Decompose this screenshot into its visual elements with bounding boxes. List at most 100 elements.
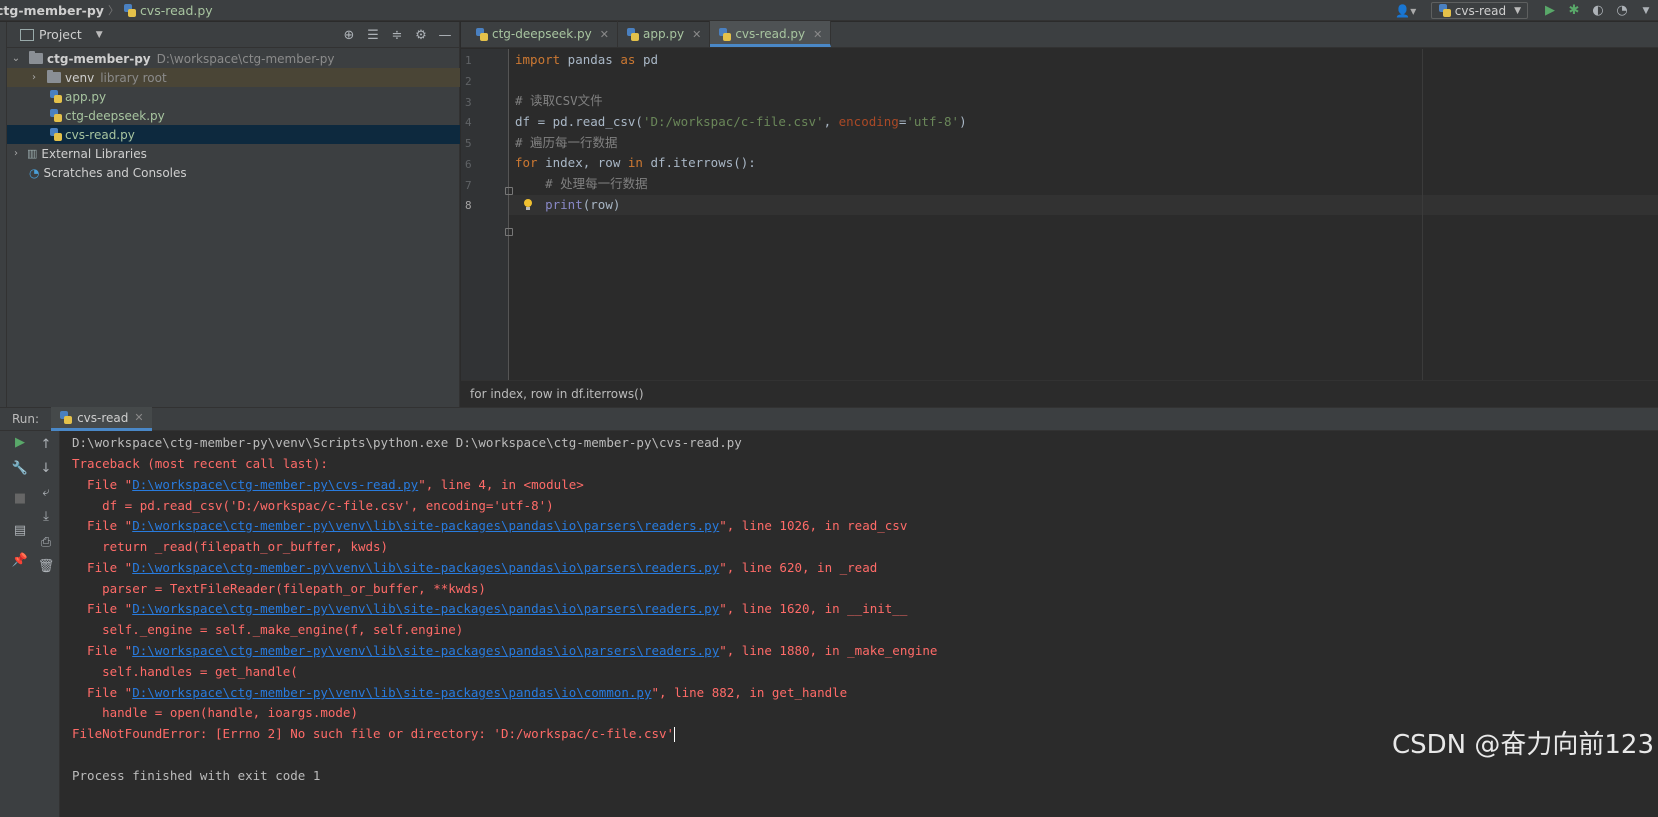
tab-ctg-deepseek[interactable]: ctg-deepseek.py ✕	[467, 21, 618, 47]
trash-icon[interactable]: 🗑	[34, 559, 58, 579]
coverage-icon[interactable]: ◐	[1586, 0, 1610, 21]
wrench-icon[interactable]: 🔧	[8, 461, 32, 481]
fold-icon[interactable]	[505, 228, 513, 236]
run-icon[interactable]: ▶	[1538, 0, 1562, 21]
scratches-icon: ◔	[29, 165, 40, 180]
line-number: 6	[465, 158, 472, 171]
user-icon[interactable]: 👤▾	[1393, 3, 1419, 19]
navigation-bar: ctg-member-py 〉 cvs-read.py 👤▾ cvs-read …	[0, 0, 1658, 21]
code-token: 'D:/workspac/c-file.csv'	[642, 114, 824, 129]
code-token: index, row	[537, 155, 628, 170]
text-cursor	[674, 727, 676, 742]
run-label: Run:	[12, 412, 40, 426]
scroll-to-end-icon[interactable]: ⤓	[34, 509, 58, 529]
more-chevron-icon[interactable]: ▼	[1634, 0, 1658, 21]
console-line: handle = open(handle, ioargs.mode)	[72, 705, 358, 720]
code-area[interactable]: import pandas as pd # 读取CSV文件 df = pd.re…	[515, 49, 1655, 380]
gear-icon[interactable]: ⚙	[409, 28, 433, 43]
project-panel-title[interactable]: Project	[39, 27, 82, 42]
layout-icon[interactable]: ▤	[8, 523, 32, 543]
watermark: CSDN @奋力向前123	[1391, 730, 1654, 760]
debug-icon[interactable]: ✱	[1562, 0, 1586, 21]
tree-item-scratches[interactable]: ◔ Scratches and Consoles	[7, 163, 460, 182]
breadcrumb-project[interactable]: ctg-member-py	[0, 3, 104, 18]
run-tab-label: cvs-read	[77, 410, 129, 425]
python-file-icon	[626, 27, 639, 41]
file-name: app.py	[65, 89, 107, 104]
code-token: print	[545, 197, 583, 212]
soft-wrap-icon[interactable]: ⤶	[34, 485, 58, 505]
console-line: self.handles = get_handle(	[72, 664, 298, 679]
chevron-down-icon: ▼	[1514, 5, 1521, 16]
tree-item-file[interactable]: ctg-deepseek.py	[7, 106, 460, 125]
console-text: File "	[72, 685, 133, 700]
run-configuration-select[interactable]: cvs-read ▼	[1430, 2, 1528, 19]
console-line: File "D:\workspace\ctg-member-py\cvs-rea…	[72, 474, 584, 495]
tree-item-venv[interactable]: › venv library root	[7, 68, 460, 87]
python-file-icon	[59, 411, 73, 424]
run-tab[interactable]: cvs-read ✕	[51, 407, 152, 431]
arrow-up-icon[interactable]: ↑	[34, 437, 58, 457]
close-icon[interactable]: ✕	[134, 411, 143, 424]
code-token: encoding	[838, 114, 899, 129]
console-line: Traceback (most recent call last):	[72, 456, 328, 471]
chevron-right-icon[interactable]: ›	[11, 148, 21, 159]
tab-cvs-read[interactable]: cvs-read.py ✕	[710, 21, 832, 47]
toolbar-right: 👤▾ cvs-read ▼ ▶ ✱ ◐ ◔ ▼	[1393, 0, 1658, 21]
close-icon[interactable]: ✕	[692, 28, 701, 41]
close-icon[interactable]: ✕	[813, 28, 822, 41]
file-link[interactable]: D:\workspace\ctg-member-py\venv\lib\site…	[132, 560, 719, 575]
tree-item-file-selected[interactable]: cvs-read.py	[7, 125, 460, 144]
python-file-icon	[49, 128, 62, 141]
hide-icon[interactable]: —	[433, 28, 457, 43]
chevron-down-icon[interactable]: ⌄	[11, 53, 21, 64]
console-line: File "D:\workspace\ctg-member-py\venv\li…	[72, 515, 907, 536]
line-number: 4	[465, 116, 472, 129]
stop-icon[interactable]: ■	[8, 491, 32, 511]
editor-tabs: ctg-deepseek.py ✕ app.py ✕ cvs-read.py ✕	[461, 21, 1658, 48]
venv-hint: library root	[100, 70, 167, 85]
code-token: as	[620, 52, 636, 67]
console-line: File "D:\workspace\ctg-member-py\venv\li…	[72, 640, 937, 661]
code-line-6: for index, row in df.iterrows():	[515, 153, 756, 173]
code-token: (row)	[582, 197, 621, 212]
tab-app[interactable]: app.py ✕	[618, 21, 711, 47]
run-configuration-label: cvs-read	[1454, 3, 1507, 18]
fold-icon[interactable]	[505, 187, 513, 195]
tree-item-file[interactable]: app.py	[7, 87, 460, 106]
profile-icon[interactable]: ◔	[1610, 0, 1634, 21]
close-icon[interactable]: ✕	[600, 28, 609, 41]
breadcrumb-separator: 〉	[107, 4, 119, 17]
print-icon[interactable]: ⎙	[34, 535, 58, 555]
code-line-1: import pandas as pd	[515, 50, 658, 70]
file-link[interactable]: D:\workspace\ctg-member-py\venv\lib\site…	[132, 643, 719, 658]
collapse-all-icon[interactable]: ≑	[385, 28, 409, 43]
breadcrumb-file[interactable]: cvs-read.py	[140, 3, 213, 18]
expand-all-icon[interactable]: ☰	[361, 28, 385, 43]
editor-breadcrumb-bar[interactable]: for index, row in df.iterrows()	[461, 380, 1658, 407]
file-link[interactable]: D:\workspace\ctg-member-py\venv\lib\site…	[132, 518, 719, 533]
scratches-label: Scratches and Consoles	[43, 165, 187, 180]
tree-item-external-libraries[interactable]: › ▥ External Libraries	[7, 144, 460, 163]
file-name: ctg-deepseek.py	[65, 108, 165, 123]
project-panel-header: Project ▼ ⊕ ☰ ≑ ⚙ —	[7, 22, 459, 48]
tree-root[interactable]: ⌄ ctg-member-py D:\workspace\ctg-member-…	[7, 49, 460, 68]
chevron-right-icon[interactable]: ›	[29, 72, 39, 83]
rerun-icon[interactable]: ▶	[8, 435, 32, 455]
pin-icon[interactable]: 📌	[8, 553, 32, 573]
code-line-3: # 读取CSV文件	[515, 93, 603, 108]
file-link[interactable]: D:\workspace\ctg-member-py\cvs-read.py	[132, 477, 418, 492]
chevron-down-icon[interactable]: ▼	[96, 30, 103, 40]
code-line-5: # 遍历每一行数据	[515, 135, 618, 150]
line-number-gutter: 1 2 3 4 5 6 7 8	[461, 49, 513, 380]
locate-icon[interactable]: ⊕	[337, 28, 361, 43]
tab-label: ctg-deepseek.py	[492, 27, 592, 41]
editor: ctg-deepseek.py ✕ app.py ✕ cvs-read.py ✕…	[461, 21, 1658, 407]
file-link[interactable]: D:\workspace\ctg-member-py\venv\lib\site…	[132, 601, 719, 616]
console-line: Process finished with exit code 1	[72, 768, 321, 783]
file-link[interactable]: D:\workspace\ctg-member-py\venv\lib\site…	[132, 685, 651, 700]
editor-breadcrumb-text: for index, row in df.iterrows()	[470, 387, 644, 401]
arrow-down-icon[interactable]: ↓	[34, 461, 58, 481]
console-text: FileNotFoundError: [Errno 2] No such fil…	[72, 726, 675, 741]
